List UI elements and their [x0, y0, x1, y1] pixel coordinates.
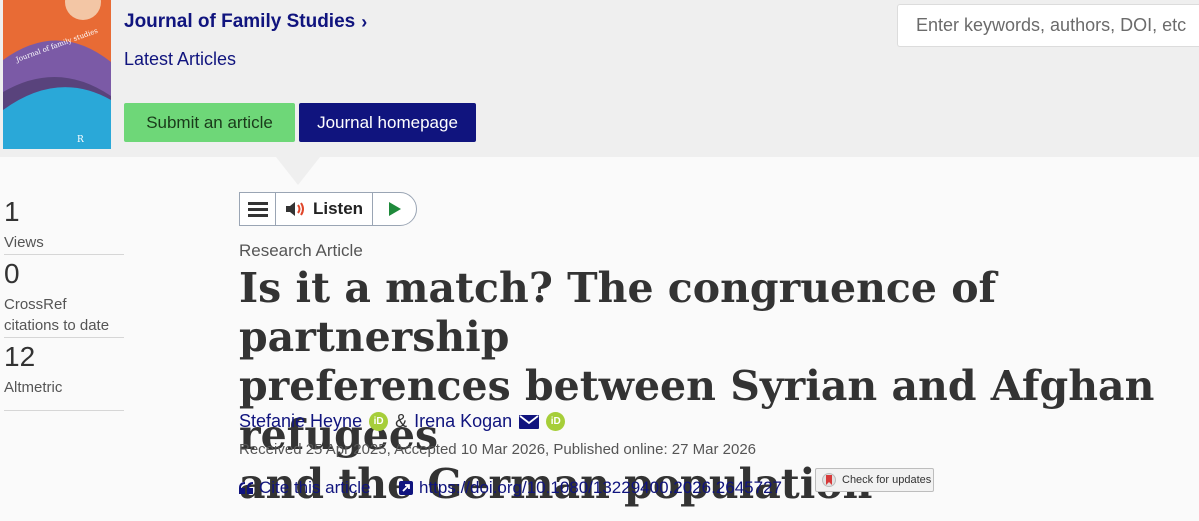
listen-player: Listen	[239, 192, 417, 226]
views-count: 1	[4, 196, 20, 227]
latest-articles-label: Latest Articles	[124, 49, 237, 69]
crossref-label-line1: CrossRef	[4, 296, 67, 313]
author-link[interactable]: Stefanie Heyne	[239, 411, 362, 432]
views-label: Views	[4, 234, 44, 251]
player-menu-button[interactable]	[240, 193, 276, 225]
metric-views: 1 Views	[4, 198, 124, 253]
metric-altmetric[interactable]: 12 Altmetric	[4, 343, 124, 398]
metric-divider	[4, 410, 124, 411]
journal-homepage-button[interactable]: Journal homepage	[299, 103, 476, 142]
doi-link[interactable]: https://doi.org/10.1080/13229400.2026.26…	[399, 478, 782, 498]
check-for-updates-button[interactable]: Check for updates	[815, 468, 934, 492]
altmetric-label: Altmetric	[4, 379, 63, 396]
cover-artwork: Journal of family studies R	[3, 0, 111, 149]
article-type: Research Article	[239, 241, 363, 260]
article-title: Is it a match? The congruence of partner…	[239, 264, 1199, 509]
metric-divider	[4, 254, 124, 255]
author-list: Stefanie Heyne iD & Irena Kogan iD	[239, 411, 566, 432]
submit-article-button[interactable]: Submit an article	[124, 103, 295, 142]
external-link-icon	[399, 481, 413, 495]
listen-button[interactable]: Listen	[276, 193, 373, 225]
article-title-line: Is it a match? The congruence of partner…	[239, 264, 997, 361]
check-updates-label: Check for updates	[842, 474, 932, 486]
crossref-count: 0	[4, 258, 20, 289]
publication-dates: Received 25 Apr 2025, Accepted 10 Mar 20…	[239, 441, 757, 458]
author-separator: &	[395, 411, 408, 431]
listen-label: Listen	[312, 199, 364, 218]
crossref-label-line2: citations to date	[4, 317, 110, 334]
chevron-right-icon: ›	[361, 11, 368, 32]
metric-crossref[interactable]: 0 CrossRef citations to date	[4, 260, 124, 336]
author-link[interactable]: Irena Kogan	[414, 411, 512, 432]
metric-divider	[4, 337, 124, 338]
doi-text: https://doi.org/10.1080/13229400.2026.26…	[419, 478, 782, 497]
speaker-icon	[285, 202, 304, 216]
cite-label: Cite this article	[259, 478, 371, 497]
orcid-icon[interactable]: iD	[546, 412, 566, 431]
search-input[interactable]	[897, 4, 1199, 47]
orcid-icon[interactable]: iD	[369, 412, 389, 431]
cite-article-link[interactable]: Cite this article	[239, 478, 370, 498]
play-button[interactable]	[373, 193, 416, 225]
email-icon[interactable]	[519, 414, 540, 429]
journal-cover-image[interactable]: Journal of family studies R	[3, 0, 111, 149]
crossmark-icon	[822, 473, 836, 487]
svg-text:R: R	[77, 135, 84, 145]
header-pointer	[276, 157, 320, 185]
journal-title-link[interactable]: Journal of Family Studies ›	[124, 11, 367, 33]
journal-title[interactable]: Journal of Family Studies	[124, 11, 355, 33]
hamburger-icon	[247, 202, 268, 217]
play-icon	[388, 202, 401, 216]
altmetric-count: 12	[4, 341, 36, 372]
quote-icon	[239, 482, 253, 494]
